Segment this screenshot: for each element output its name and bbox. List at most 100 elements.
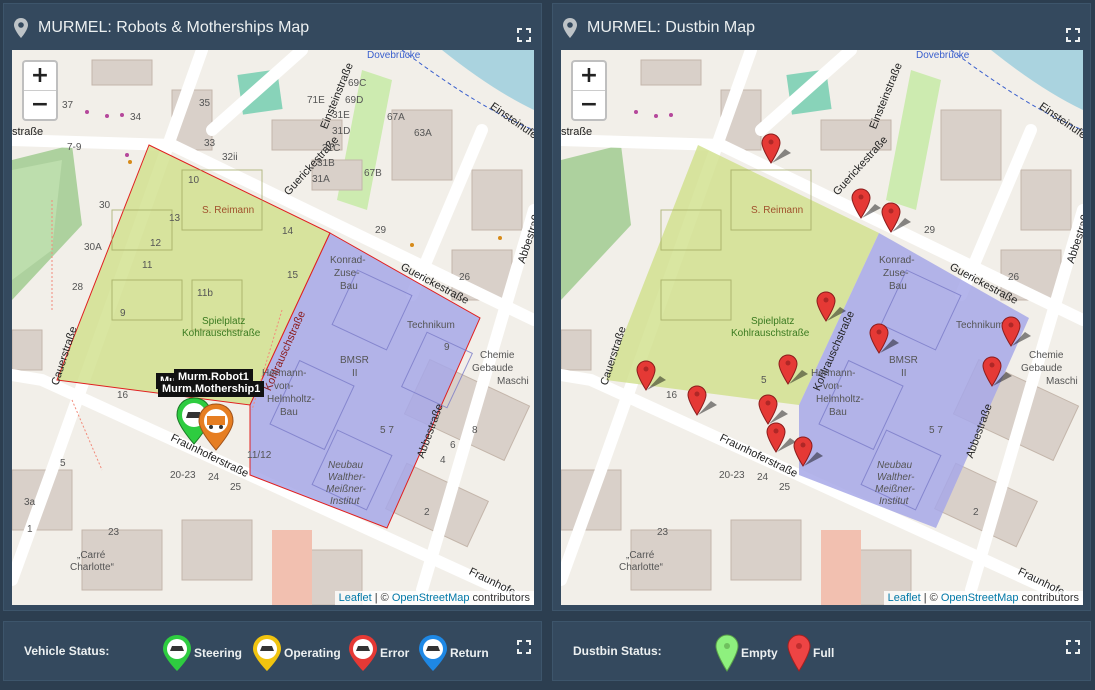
robot-icon <box>163 635 191 671</box>
map-label: Kohlrauschstraße <box>182 328 261 339</box>
house-number: 34 <box>130 112 142 123</box>
dustbin-map[interactable]: Dovebrücke Einsteinufer Einsteinstraße G… <box>561 50 1083 605</box>
dustbin-map-header: MURMEL: Dustbin Map <box>563 14 1080 42</box>
dustbin-full-marker[interactable] <box>793 436 827 470</box>
legend-label: Empty <box>741 646 778 660</box>
fullscreen-icon[interactable] <box>517 640 531 654</box>
map-label: Technikum <box>956 320 1004 331</box>
house-number: 5 7 <box>380 425 394 436</box>
house-number: 28 <box>72 282 84 293</box>
house-number: 35 <box>199 98 211 109</box>
legend-label: Error <box>380 646 410 660</box>
map-label: Kohlrauschstraße <box>731 328 810 339</box>
map-pin-empty-icon <box>715 634 739 672</box>
dustbin-full-marker[interactable] <box>761 133 795 167</box>
legend-label: Full <box>813 646 835 660</box>
house-number: 9 <box>444 342 450 353</box>
house-number: 29 <box>924 225 936 236</box>
dustbin-full-marker[interactable] <box>982 356 1016 390</box>
house-number: 15 <box>287 270 299 281</box>
map-label: Bau <box>280 407 298 418</box>
house-number: 29 <box>375 225 387 236</box>
dustbin-full-marker[interactable] <box>881 202 915 236</box>
legend-label: Return <box>450 646 489 660</box>
map-label: Meißner- <box>326 484 366 495</box>
dustbin-status-label: Dustbin Status: <box>573 644 662 658</box>
zoom-control: + − <box>22 60 58 121</box>
house-number: 8 <box>472 425 478 436</box>
fullscreen-icon[interactable] <box>517 28 531 42</box>
map-label: Hermann- <box>262 368 307 379</box>
map-marker-icon <box>563 18 577 38</box>
house-number: 6 <box>450 440 456 451</box>
robots-map-title: MURMEL: Robots & Motherships Map <box>38 19 310 36</box>
map-label: S. Reimann <box>751 205 804 216</box>
map-label: Spielplatz <box>751 316 795 327</box>
dustbin-full-marker[interactable] <box>869 323 903 357</box>
map-label: von- <box>274 381 294 392</box>
house-number: 30A <box>84 242 102 253</box>
mothership-marker[interactable] <box>197 402 235 452</box>
map-label: Zuse- <box>883 268 909 279</box>
zoom-out-button[interactable]: − <box>24 90 56 119</box>
dustbin-full-marker[interactable] <box>778 354 812 388</box>
fullscreen-icon[interactable] <box>1066 28 1080 42</box>
legend-steering: Steering <box>162 634 242 672</box>
house-number: 16 <box>117 390 129 401</box>
house-number: 23 <box>657 527 669 538</box>
fullscreen-icon[interactable] <box>1066 640 1080 654</box>
robot-icon <box>253 635 281 671</box>
house-number: 12 <box>150 238 162 249</box>
dustbin-full-marker[interactable] <box>687 385 721 419</box>
legend-full: Full <box>787 634 834 672</box>
map-label: Spielplatz <box>202 316 246 327</box>
osm-link[interactable]: OpenStreetMap <box>392 592 470 604</box>
robot-icon <box>349 635 377 671</box>
house-number: 69C <box>348 78 367 89</box>
map-label: S. Reimann <box>202 205 255 216</box>
house-number: 25 <box>230 482 242 493</box>
map-label: BMSR <box>340 355 369 366</box>
map-label: von- <box>823 381 843 392</box>
dustbin-full-marker[interactable] <box>851 188 885 222</box>
map-label: Neubau <box>328 460 364 471</box>
house-number: 26 <box>459 272 471 283</box>
house-number: 11/12 <box>247 450 272 461</box>
map-attribution: Leaflet | © OpenStreetMap contributors <box>883 591 1083 605</box>
osm-link[interactable]: OpenStreetMap <box>941 592 1019 604</box>
house-number: 9 <box>120 308 126 319</box>
zoom-in-button[interactable]: + <box>24 62 56 90</box>
map-label: II <box>901 368 907 379</box>
map-label: Neubau <box>877 460 913 471</box>
leaflet-link[interactable]: Leaflet <box>339 592 372 604</box>
robot-icon <box>419 635 447 671</box>
map-label: Institut <box>330 496 360 507</box>
map-label: „Carré <box>77 550 106 561</box>
leaflet-link[interactable]: Leaflet <box>888 592 921 604</box>
zoom-out-button[interactable]: − <box>573 90 605 119</box>
street-label: straße <box>561 126 593 138</box>
house-number: 67A <box>387 112 405 123</box>
dustbin-full-marker[interactable] <box>1001 316 1035 350</box>
dustbin-full-marker[interactable] <box>816 291 850 325</box>
map-label: Konrad- <box>330 255 366 266</box>
map-attribution: Leaflet | © OpenStreetMap contributors <box>334 591 534 605</box>
zoom-in-button[interactable]: + <box>573 62 605 90</box>
legend-empty: Empty <box>715 634 778 672</box>
dustbin-full-marker[interactable] <box>636 360 670 394</box>
map-pin-full-icon <box>787 634 811 672</box>
map-tiles <box>12 50 534 605</box>
house-number: 20-23 <box>719 470 745 481</box>
attribution-separator: | © <box>920 592 941 604</box>
map-label: Bau <box>829 407 847 418</box>
map-label: Dovebrücke <box>367 50 421 61</box>
house-number: 33 <box>204 138 216 149</box>
street-label: straße <box>12 126 44 138</box>
house-number: 5 <box>761 375 767 386</box>
house-number: 24 <box>757 472 769 483</box>
map-label: Bau <box>340 281 358 292</box>
robots-map[interactable]: Dovebrücke Einsteinufer Einsteinstraße G… <box>12 50 534 605</box>
house-number: 69D <box>345 95 364 106</box>
house-number: 31A <box>312 174 330 185</box>
house-number: 3a <box>24 497 36 508</box>
